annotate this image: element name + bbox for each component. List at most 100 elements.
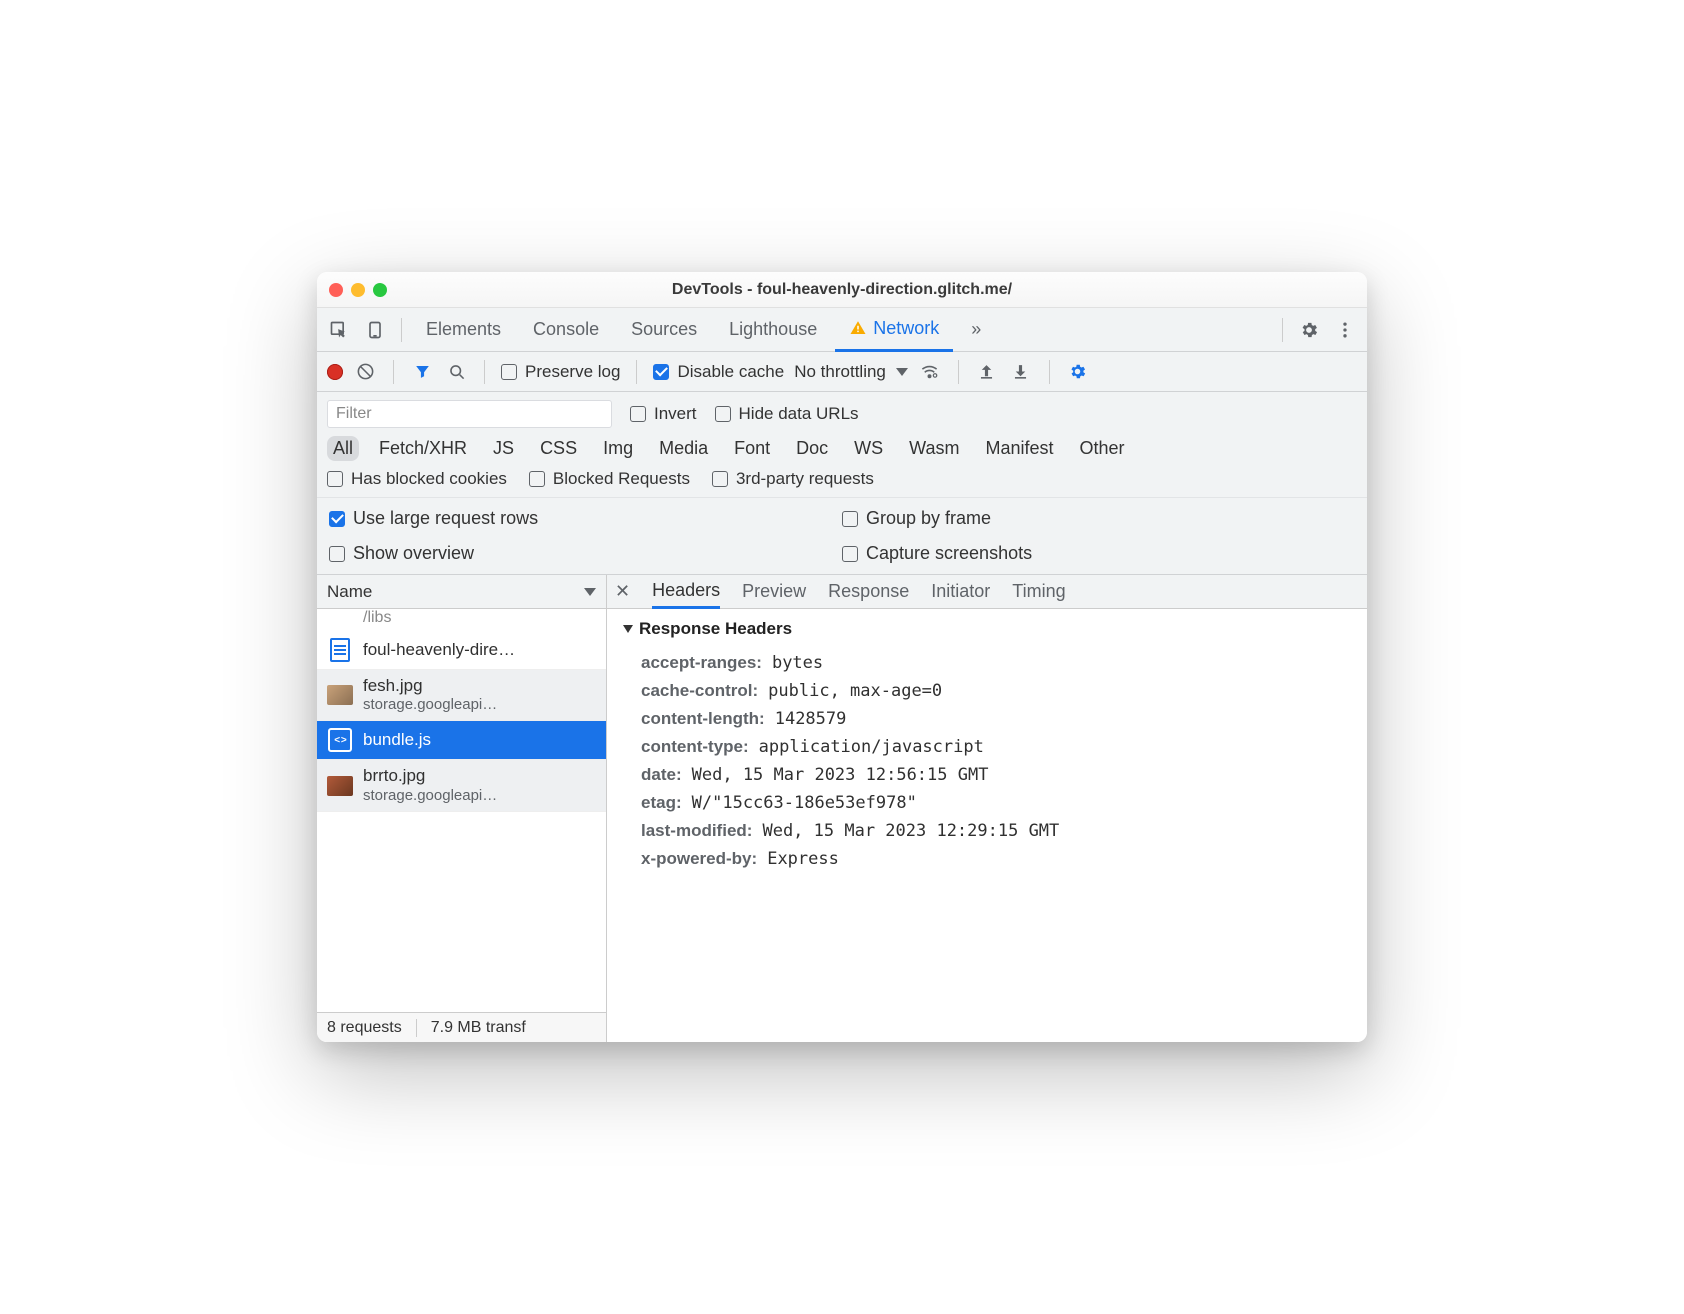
warning-icon xyxy=(849,319,867,337)
headers-body: Response Headers accept-rangesbytes cach… xyxy=(607,609,1367,1042)
type-media[interactable]: Media xyxy=(653,436,714,461)
requests-list: /libs foul-heavenly-dire… fesh.jpgstorag… xyxy=(317,609,606,1012)
tab-lighthouse[interactable]: Lighthouse xyxy=(715,308,831,352)
detail-tab-timing[interactable]: Timing xyxy=(1012,575,1065,609)
column-header-name[interactable]: Name xyxy=(317,575,606,609)
detail-tab-headers[interactable]: Headers xyxy=(652,575,720,609)
header-row: dateWed, 15 Mar 2023 12:56:15 GMT xyxy=(623,761,1351,789)
search-icon[interactable] xyxy=(444,360,468,384)
window-controls xyxy=(329,283,387,297)
separator xyxy=(401,318,402,342)
tab-console[interactable]: Console xyxy=(519,308,613,352)
type-doc[interactable]: Doc xyxy=(790,436,834,461)
type-other[interactable]: Other xyxy=(1074,436,1131,461)
network-settings-block: Use large request rows Group by frame Sh… xyxy=(317,498,1367,575)
list-item[interactable]: foul-heavenly-dire… xyxy=(317,631,606,670)
detail-tab-preview[interactable]: Preview xyxy=(742,575,806,609)
list-row-partial: /libs xyxy=(317,609,606,631)
header-row: last-modifiedWed, 15 Mar 2023 12:29:15 G… xyxy=(623,817,1351,845)
panel-tabstrip: Elements Console Sources Lighthouse Netw… xyxy=(317,308,1367,352)
header-row: etagW/"15cc63-186e53ef978" xyxy=(623,789,1351,817)
transfer-size: 7.9 MB transf xyxy=(431,1019,526,1037)
type-img[interactable]: Img xyxy=(597,436,639,461)
header-row: content-length1428579 xyxy=(623,705,1351,733)
list-item-selected[interactable]: bundle.js xyxy=(317,721,606,760)
download-har-icon[interactable] xyxy=(1009,360,1033,384)
document-icon xyxy=(327,637,353,663)
requests-column: Name /libs foul-heavenly-dire… fesh.jpgs… xyxy=(317,575,607,1042)
detail-tab-response[interactable]: Response xyxy=(828,575,909,609)
settings-icon[interactable] xyxy=(1293,314,1325,346)
type-wasm[interactable]: Wasm xyxy=(903,436,965,461)
image-thumbnail-icon xyxy=(327,773,353,799)
devtools-window: DevTools - foul-heavenly-direction.glitc… xyxy=(317,272,1367,1042)
tab-elements[interactable]: Elements xyxy=(412,308,515,352)
record-button[interactable] xyxy=(327,364,343,380)
separator xyxy=(1049,360,1050,384)
separator xyxy=(636,360,637,384)
type-ws[interactable]: WS xyxy=(848,436,889,461)
list-item[interactable]: brrto.jpgstorage.googleapi… xyxy=(317,760,606,811)
large-rows-checkbox[interactable]: Use large request rows xyxy=(329,508,842,529)
type-manifest[interactable]: Manifest xyxy=(980,436,1060,461)
header-row: cache-controlpublic, max-age=0 xyxy=(623,677,1351,705)
blocked-cookies-checkbox[interactable]: Has blocked cookies xyxy=(327,469,507,489)
tab-network[interactable]: Network xyxy=(835,308,953,352)
dropdown-caret-icon xyxy=(896,368,908,376)
maximize-window-button[interactable] xyxy=(373,283,387,297)
upload-har-icon[interactable] xyxy=(975,360,999,384)
list-item[interactable]: fesh.jpgstorage.googleapi… xyxy=(317,670,606,721)
group-by-frame-checkbox[interactable]: Group by frame xyxy=(842,508,1355,529)
tab-more[interactable]: » xyxy=(957,308,995,352)
disable-cache-checkbox[interactable]: Disable cache xyxy=(653,362,784,382)
content-area: Name /libs foul-heavenly-dire… fesh.jpgs… xyxy=(317,575,1367,1042)
script-icon xyxy=(327,727,353,753)
filter-bar: Filter Invert Hide data URLs All Fetch/X… xyxy=(317,392,1367,498)
hide-data-urls-checkbox[interactable]: Hide data URLs xyxy=(715,404,859,424)
type-js[interactable]: JS xyxy=(487,436,520,461)
blocked-requests-checkbox[interactable]: Blocked Requests xyxy=(529,469,690,489)
inspect-element-icon[interactable] xyxy=(323,314,355,346)
detail-pane: ✕ Headers Preview Response Initiator Tim… xyxy=(607,575,1367,1042)
third-party-checkbox[interactable]: 3rd-party requests xyxy=(712,469,874,489)
throttling-select[interactable]: No throttling xyxy=(794,362,908,382)
preserve-log-checkbox[interactable]: Preserve log xyxy=(501,362,620,382)
window-title: DevTools - foul-heavenly-direction.glitc… xyxy=(317,281,1367,299)
close-window-button[interactable] xyxy=(329,283,343,297)
kebab-menu-icon[interactable] xyxy=(1329,314,1361,346)
show-overview-checkbox[interactable]: Show overview xyxy=(329,543,842,564)
type-fetch-xhr[interactable]: Fetch/XHR xyxy=(373,436,473,461)
separator xyxy=(484,360,485,384)
device-toolbar-icon[interactable] xyxy=(359,314,391,346)
type-all[interactable]: All xyxy=(327,436,359,461)
filter-icon[interactable] xyxy=(410,360,434,384)
status-bar: 8 requests 7.9 MB transf xyxy=(317,1012,606,1042)
header-row: x-powered-byExpress xyxy=(623,845,1351,873)
window-titlebar: DevTools - foul-heavenly-direction.glitc… xyxy=(317,272,1367,308)
disclosure-triangle-icon xyxy=(623,625,633,633)
tab-sources[interactable]: Sources xyxy=(617,308,711,352)
minimize-window-button[interactable] xyxy=(351,283,365,297)
filter-input[interactable]: Filter xyxy=(327,400,612,428)
network-settings-icon[interactable] xyxy=(1066,360,1090,384)
detail-tab-initiator[interactable]: Initiator xyxy=(931,575,990,609)
separator xyxy=(393,360,394,384)
close-detail-icon[interactable]: ✕ xyxy=(615,581,630,602)
network-toolbar: Preserve log Disable cache No throttling xyxy=(317,352,1367,392)
header-row: accept-rangesbytes xyxy=(623,649,1351,677)
sort-caret-icon xyxy=(584,588,596,596)
separator xyxy=(1282,318,1283,342)
header-row: content-typeapplication/javascript xyxy=(623,733,1351,761)
detail-tabs: ✕ Headers Preview Response Initiator Tim… xyxy=(607,575,1367,609)
clear-icon[interactable] xyxy=(353,360,377,384)
network-conditions-icon[interactable] xyxy=(918,360,942,384)
invert-checkbox[interactable]: Invert xyxy=(630,404,697,424)
resource-type-filters: All Fetch/XHR JS CSS Img Media Font Doc … xyxy=(327,436,1357,461)
image-thumbnail-icon xyxy=(327,682,353,708)
separator xyxy=(958,360,959,384)
type-css[interactable]: CSS xyxy=(534,436,583,461)
capture-screenshots-checkbox[interactable]: Capture screenshots xyxy=(842,543,1355,564)
requests-count: 8 requests xyxy=(327,1019,402,1037)
type-font[interactable]: Font xyxy=(728,436,776,461)
response-headers-section[interactable]: Response Headers xyxy=(623,619,1351,639)
